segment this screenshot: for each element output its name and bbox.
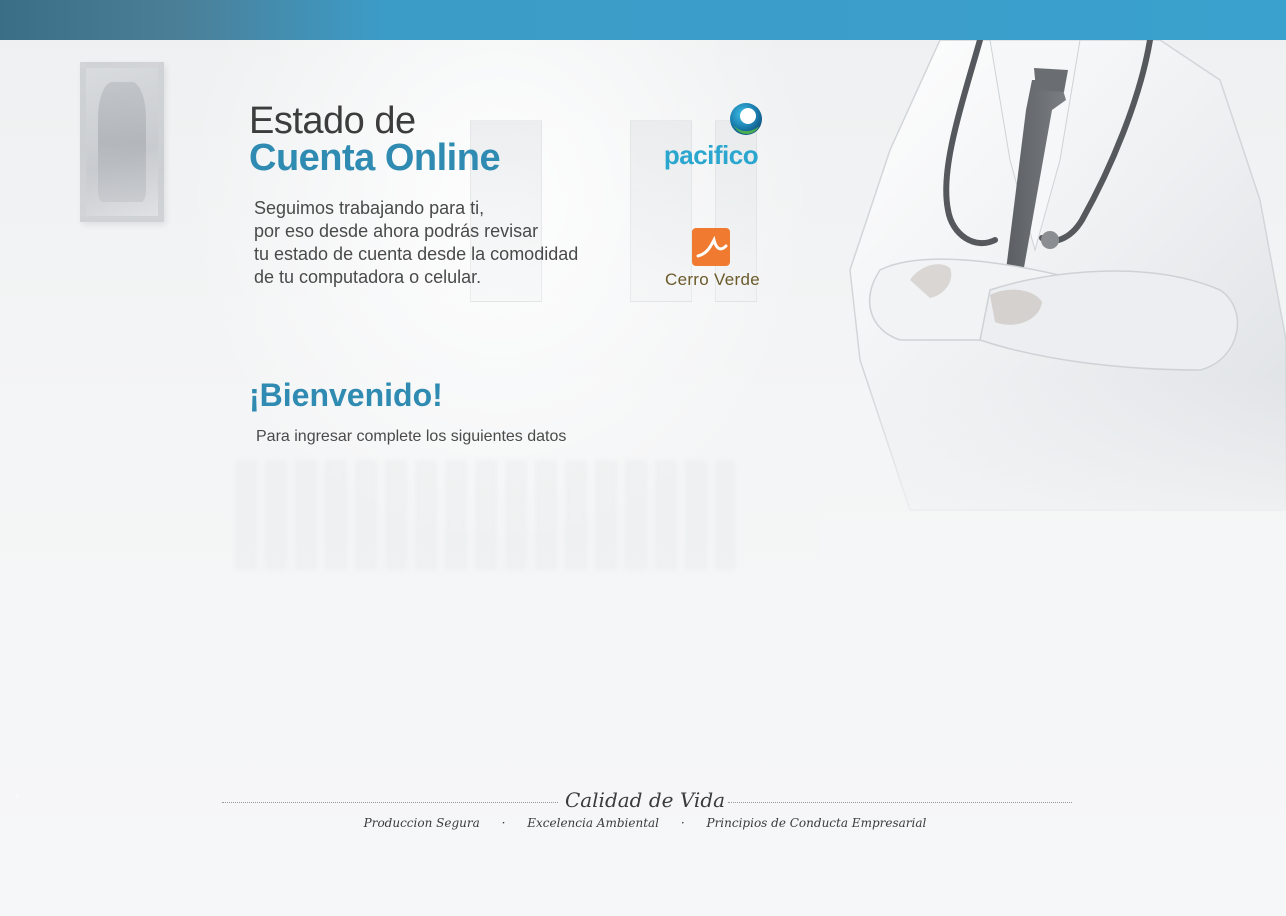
footer-divider — [728, 802, 1072, 803]
page: Estado de Cuenta Online Seguimos trabaja… — [0, 0, 1286, 916]
page-title-line2: Cuenta Online — [249, 137, 501, 179]
corner-mark: ı — [16, 792, 19, 801]
footer-link-principios[interactable]: Principios de Conducta Empresarial — [707, 816, 927, 830]
cerro-verde-logo: Cerro Verde — [650, 226, 775, 294]
footer-separator: · — [501, 816, 506, 830]
footer-title: Calidad de Vida — [564, 788, 726, 812]
cerro-verde-square-icon — [692, 228, 730, 266]
intro-line: de tu computadora o celular. — [254, 267, 482, 287]
pacifico-logo-text: pacifico — [663, 140, 759, 170]
top-bar — [0, 0, 1286, 40]
intro-text: Seguimos trabajando para ti, por eso des… — [254, 197, 614, 289]
background-reflection — [235, 460, 735, 570]
welcome-heading: ¡Bienvenido! — [249, 377, 443, 413]
footer-links: Produccion Segura · Excelencia Ambiental… — [360, 816, 930, 830]
pacifico-logo: pacifico — [655, 102, 770, 174]
cerro-verde-logo-text: Cerro Verde — [665, 270, 760, 289]
intro-line: tu estado de cuenta desde la comodidad — [254, 244, 579, 264]
footer-separator: · — [680, 816, 685, 830]
pacifico-circle-icon — [730, 103, 762, 135]
wall-picture-frame — [80, 62, 164, 222]
intro-line: Seguimos trabajando para ti, — [254, 198, 485, 218]
doctor-illustration — [820, 40, 1286, 560]
footer-divider — [222, 802, 558, 803]
login-instructions: Para ingresar complete los siguientes da… — [256, 428, 567, 445]
intro-line: por eso desde ahora podrás revisar — [254, 221, 539, 241]
footer-link-produccion[interactable]: Produccion Segura — [364, 816, 480, 830]
footer-link-excelencia[interactable]: Excelencia Ambiental — [527, 816, 659, 830]
